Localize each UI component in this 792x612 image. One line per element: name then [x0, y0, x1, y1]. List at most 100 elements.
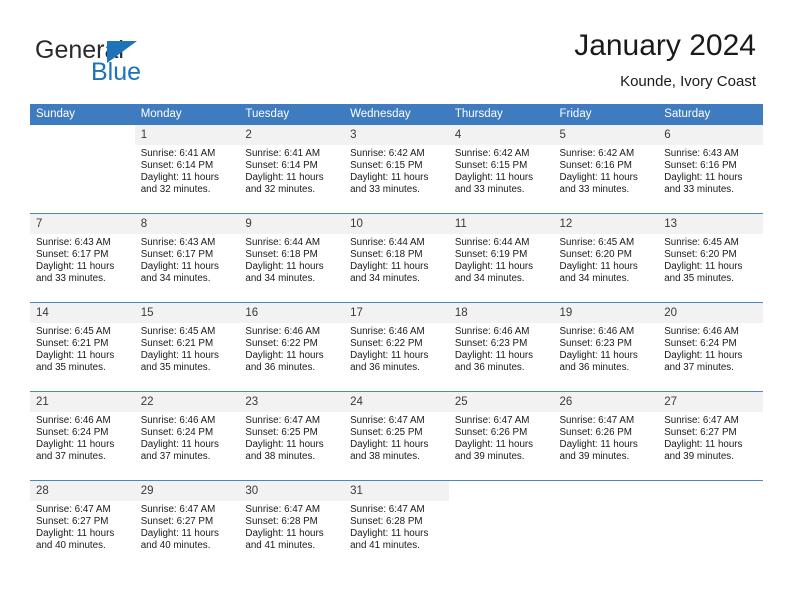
calendar-day-cell[interactable]: 3 Sunrise: 6:42 AM Sunset: 6:15 PM Daylight…: [344, 125, 449, 214]
day-number: 12: [553, 214, 659, 234]
weekday-header-sunday: Sunday: [30, 104, 135, 125]
day-info-line: Sunset: 6:27 PM: [140, 515, 214, 527]
day-info-line: Sunset: 6:21 PM: [140, 337, 214, 349]
day-info-line: Sunrise: 6:47 AM: [245, 415, 321, 426]
day-number: 11: [448, 214, 554, 234]
calendar-day-cell[interactable]: 22 Sunrise: 6:46 AM Sunset: 6:24 PM Dayligh…: [134, 391, 240, 481]
day-info-line: Daylight: 11 hours: [350, 349, 429, 361]
day-number: 28: [30, 481, 135, 501]
day-number: [658, 481, 763, 501]
calendar-day-cell[interactable]: 6 Sunrise: 6:43 AM Sunset: 6:16 PM Daylight…: [658, 125, 763, 214]
day-info-line: Sunset: 6:26 PM: [559, 426, 632, 438]
calendar-day-cell[interactable]: 12 Sunrise: 6:45 AM Sunset: 6:20 PM Dayligh…: [553, 213, 659, 303]
calendar-day-cell[interactable]: 26 Sunrise: 6:47 AM Sunset: 6:26 PM Dayligh…: [553, 391, 659, 481]
calendar-day-cell[interactable]: 16 Sunrise: 6:46 AM Sunset: 6:22 PM Dayligh…: [239, 302, 345, 392]
calendar-day-cell[interactable]: 13 Sunrise: 6:45 AM Sunset: 6:20 PM Dayligh…: [658, 213, 763, 303]
day-info-line: Sunrise: 6:46 AM: [664, 326, 739, 337]
day-info-line: Sunrise: 6:42 AM: [559, 148, 635, 159]
calendar-week-row: 21 Sunrise: 6:46 AM Sunset: 6:24 PM Dayligh…: [30, 391, 763, 481]
day-info-line: Sunset: 6:24 PM: [140, 426, 214, 438]
day-info-line: Sunset: 6:18 PM: [350, 248, 423, 260]
weekday-header-thursday: Thursday: [448, 104, 554, 125]
day-info-line: and 39 minutes.: [664, 450, 734, 462]
day-sun-info: Sunrise: 6:42 AM Sunset: 6:16 PM Daylight:…: [554, 145, 659, 196]
calendar-day-cell[interactable]: 11 Sunrise: 6:44 AM Sunset: 6:19 PM Dayligh…: [448, 213, 554, 303]
page-subtitle: Kounde, Ivory Coast: [620, 73, 756, 90]
calendar-day-cell[interactable]: 2 Sunrise: 6:41 AM Sunset: 6:14 PM Daylight…: [239, 125, 345, 214]
day-info-line: Daylight: 11 hours: [36, 349, 115, 361]
calendar-day-cell[interactable]: 8 Sunrise: 6:43 AM Sunset: 6:17 PM Daylight…: [134, 213, 240, 303]
day-number: [449, 481, 554, 501]
day-info-line: Daylight: 11 hours: [664, 171, 743, 183]
day-info-line: Daylight: 11 hours: [664, 349, 743, 361]
calendar-day-cell[interactable]: 25 Sunrise: 6:47 AM Sunset: 6:26 PM Dayligh…: [448, 391, 554, 481]
day-sun-info: Sunrise: 6:45 AM Sunset: 6:20 PM Daylight:…: [658, 234, 763, 285]
day-info-line: Sunrise: 6:43 AM: [140, 237, 216, 248]
calendar-day-cell[interactable]: 14 Sunrise: 6:45 AM Sunset: 6:21 PM Dayligh…: [30, 302, 135, 392]
calendar-day-cell[interactable]: 5 Sunrise: 6:42 AM Sunset: 6:16 PM Daylight…: [553, 125, 659, 214]
day-sun-info: Sunrise: 6:43 AM Sunset: 6:16 PM Daylight:…: [658, 145, 763, 196]
brand-logo[interactable]: General Blue: [35, 36, 255, 92]
day-info-line: Daylight: 11 hours: [350, 527, 429, 539]
title-block: January 2024 Kounde, Ivory Coast: [574, 28, 756, 91]
weekday-header-saturday: Saturday: [658, 104, 763, 125]
day-info-line: Daylight: 11 hours: [36, 527, 115, 539]
day-info-line: Sunrise: 6:46 AM: [559, 326, 635, 337]
calendar-day-cell[interactable]: 9 Sunrise: 6:44 AM Sunset: 6:18 PM Daylight…: [239, 213, 345, 303]
day-info-line: Sunrise: 6:44 AM: [245, 237, 321, 248]
day-info-line: Sunrise: 6:44 AM: [350, 237, 425, 248]
day-info-line: Sunset: 6:19 PM: [454, 248, 528, 260]
day-info-line: Daylight: 11 hours: [350, 260, 429, 272]
weekday-header-friday: Friday: [553, 104, 659, 125]
day-number: [30, 125, 135, 145]
calendar-day-cell[interactable]: 23 Sunrise: 6:47 AM Sunset: 6:25 PM Dayligh…: [239, 391, 345, 481]
day-info-line: and 33 minutes.: [36, 272, 106, 284]
calendar-day-cell[interactable]: 29 Sunrise: 6:47 AM Sunset: 6:27 PM Dayligh…: [134, 480, 240, 569]
day-info-line: Sunrise: 6:45 AM: [140, 326, 216, 337]
day-info-line: Sunset: 6:15 PM: [454, 159, 528, 171]
calendar-table: Sunday Monday Tuesday Wednesday Thursday Frid…: [30, 104, 763, 569]
calendar-day-cell[interactable]: 4 Sunrise: 6:42 AM Sunset: 6:15 PM Daylight…: [448, 125, 554, 214]
day-info-line: and 39 minutes.: [559, 450, 630, 462]
day-sun-info: Sunrise: 6:43 AM Sunset: 6:17 PM Daylight:…: [135, 234, 240, 285]
day-info-line: Sunrise: 6:42 AM: [454, 148, 530, 159]
day-sun-info: Sunrise: 6:46 AM Sunset: 6:23 PM Daylight:…: [554, 323, 659, 374]
day-info-line: and 34 minutes.: [350, 272, 420, 284]
day-info-line: and 32 minutes.: [140, 183, 211, 195]
calendar-day-cell[interactable]: 17 Sunrise: 6:46 AM Sunset: 6:22 PM Dayligh…: [344, 302, 449, 392]
calendar-day-cell[interactable]: 24 Sunrise: 6:47 AM Sunset: 6:25 PM Dayligh…: [344, 391, 449, 481]
day-number: 5: [553, 125, 659, 145]
day-info-line: Daylight: 11 hours: [350, 171, 429, 183]
day-info-line: Daylight: 11 hours: [559, 438, 638, 450]
calendar-day-cell[interactable]: 18 Sunrise: 6:46 AM Sunset: 6:23 PM Dayligh…: [448, 302, 554, 392]
calendar-week-row: 14 Sunrise: 6:45 AM Sunset: 6:21 PM Dayligh…: [30, 302, 763, 392]
day-info-line: Sunset: 6:20 PM: [664, 248, 737, 260]
calendar-day-cell[interactable]: 31 Sunrise: 6:47 AM Sunset: 6:28 PM Dayligh…: [344, 480, 449, 569]
calendar-day-cell[interactable]: 28 Sunrise: 6:47 AM Sunset: 6:27 PM Dayligh…: [30, 480, 135, 569]
day-number: 13: [658, 214, 763, 234]
calendar-day-cell[interactable]: 20 Sunrise: 6:46 AM Sunset: 6:24 PM Dayligh…: [658, 302, 763, 392]
calendar-day-cell[interactable]: 15 Sunrise: 6:45 AM Sunset: 6:21 PM Dayligh…: [134, 302, 240, 392]
day-sun-info: Sunrise: 6:44 AM Sunset: 6:19 PM Daylight:…: [449, 234, 554, 285]
day-number: 29: [134, 481, 240, 501]
day-info-line: Sunrise: 6:43 AM: [36, 237, 111, 248]
day-info-line: Sunset: 6:25 PM: [350, 426, 423, 438]
calendar-day-cell[interactable]: 27 Sunrise: 6:47 AM Sunset: 6:27 PM Dayligh…: [658, 391, 763, 481]
calendar-day-cell[interactable]: 21 Sunrise: 6:46 AM Sunset: 6:24 PM Dayligh…: [30, 391, 135, 481]
calendar-day-cell[interactable]: 30 Sunrise: 6:47 AM Sunset: 6:28 PM Dayligh…: [239, 480, 345, 569]
calendar-week-row: 7 Sunrise: 6:43 AM Sunset: 6:17 PM Daylight…: [30, 213, 763, 303]
calendar-day-cell[interactable]: 7 Sunrise: 6:43 AM Sunset: 6:17 PM Daylight…: [30, 213, 135, 303]
day-info-line: and 36 minutes.: [454, 361, 525, 373]
day-sun-info: Sunrise: 6:47 AM Sunset: 6:25 PM Daylight:…: [344, 412, 449, 463]
calendar-day-cell[interactable]: 10 Sunrise: 6:44 AM Sunset: 6:18 PM Dayligh…: [344, 213, 449, 303]
day-info-line: Sunset: 6:15 PM: [350, 159, 423, 171]
day-number: 20: [658, 303, 763, 323]
day-info-line: and 38 minutes.: [245, 450, 316, 462]
calendar-day-cell[interactable]: 19 Sunrise: 6:46 AM Sunset: 6:23 PM Dayligh…: [553, 302, 659, 392]
day-info-line: and 35 minutes.: [664, 272, 734, 284]
calendar-week-row: 28 Sunrise: 6:47 AM Sunset: 6:27 PM Dayligh…: [30, 480, 763, 569]
calendar-cell-empty: [30, 125, 135, 214]
day-info-line: Sunrise: 6:41 AM: [245, 148, 321, 159]
calendar-day-cell[interactable]: 1 Sunrise: 6:41 AM Sunset: 6:14 PM Daylight…: [134, 125, 240, 214]
day-info-line: Daylight: 11 hours: [140, 260, 219, 272]
